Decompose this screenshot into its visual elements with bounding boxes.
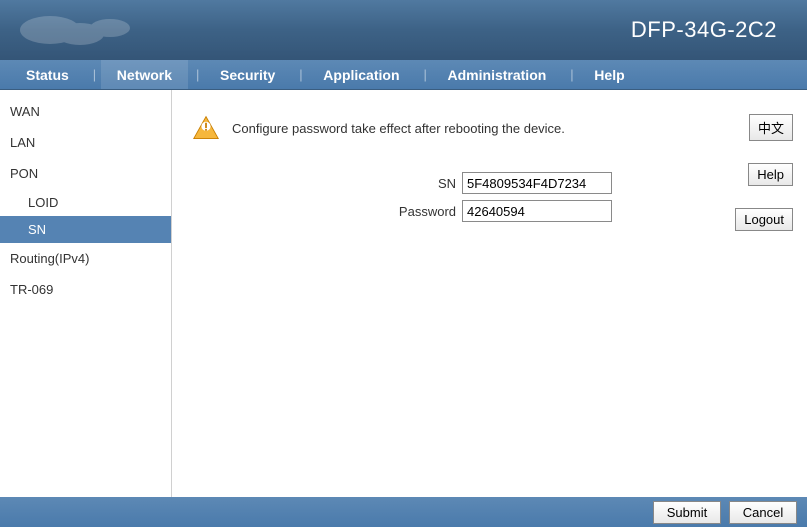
password-input[interactable] [462, 200, 612, 222]
sn-input[interactable] [462, 172, 612, 194]
main-body: WAN LAN PON LOID SN Routing(IPv4) TR-069… [0, 90, 807, 497]
cancel-button[interactable]: Cancel [729, 501, 797, 524]
lang-button[interactable]: 中文 [749, 114, 793, 141]
side-buttons: 中文 Help Logout [735, 114, 793, 231]
nav-administration[interactable]: Administration [432, 60, 563, 89]
content-pane: Configure password take effect after reb… [172, 90, 807, 497]
warning-icon [192, 114, 220, 142]
logout-button[interactable]: Logout [735, 208, 793, 231]
form-area: SN Password [352, 172, 787, 222]
sidebar-item-lan[interactable]: LAN [0, 127, 171, 158]
nav-separator: | [291, 67, 307, 82]
sidebar-item-sn[interactable]: SN [0, 216, 171, 243]
nav-help[interactable]: Help [578, 60, 640, 89]
form-row-password: Password [352, 200, 787, 222]
sn-label: SN [352, 176, 462, 191]
sidebar-item-routing[interactable]: Routing(IPv4) [0, 243, 171, 274]
nav-security[interactable]: Security [204, 60, 291, 89]
device-title: DFP-34G-2C2 [631, 17, 777, 43]
form-row-sn: SN [352, 172, 787, 194]
nav-status[interactable]: Status [10, 60, 85, 89]
sidebar-item-pon[interactable]: PON [0, 158, 171, 189]
nav-application[interactable]: Application [307, 60, 415, 89]
warning-text: Configure password take effect after reb… [232, 121, 565, 136]
header: DFP-34G-2C2 [0, 0, 807, 60]
nav-separator: | [188, 67, 204, 82]
main-nav: Status | Network | Security | Applicatio… [0, 60, 807, 90]
submit-button[interactable]: Submit [653, 501, 721, 524]
nav-network[interactable]: Network [101, 60, 188, 89]
sidebar-item-wan[interactable]: WAN [0, 96, 171, 127]
sidebar-item-loid[interactable]: LOID [0, 189, 171, 216]
sidebar-item-tr069[interactable]: TR-069 [0, 274, 171, 305]
nav-separator: | [85, 67, 101, 82]
nav-separator: | [416, 67, 432, 82]
cloud-decoration [10, 0, 210, 60]
help-button[interactable]: Help [748, 163, 793, 186]
footer: Submit Cancel [0, 497, 807, 527]
sidebar: WAN LAN PON LOID SN Routing(IPv4) TR-069 [0, 90, 172, 497]
password-label: Password [352, 204, 462, 219]
nav-separator: | [562, 67, 578, 82]
warning-row: Configure password take effect after reb… [192, 114, 787, 142]
